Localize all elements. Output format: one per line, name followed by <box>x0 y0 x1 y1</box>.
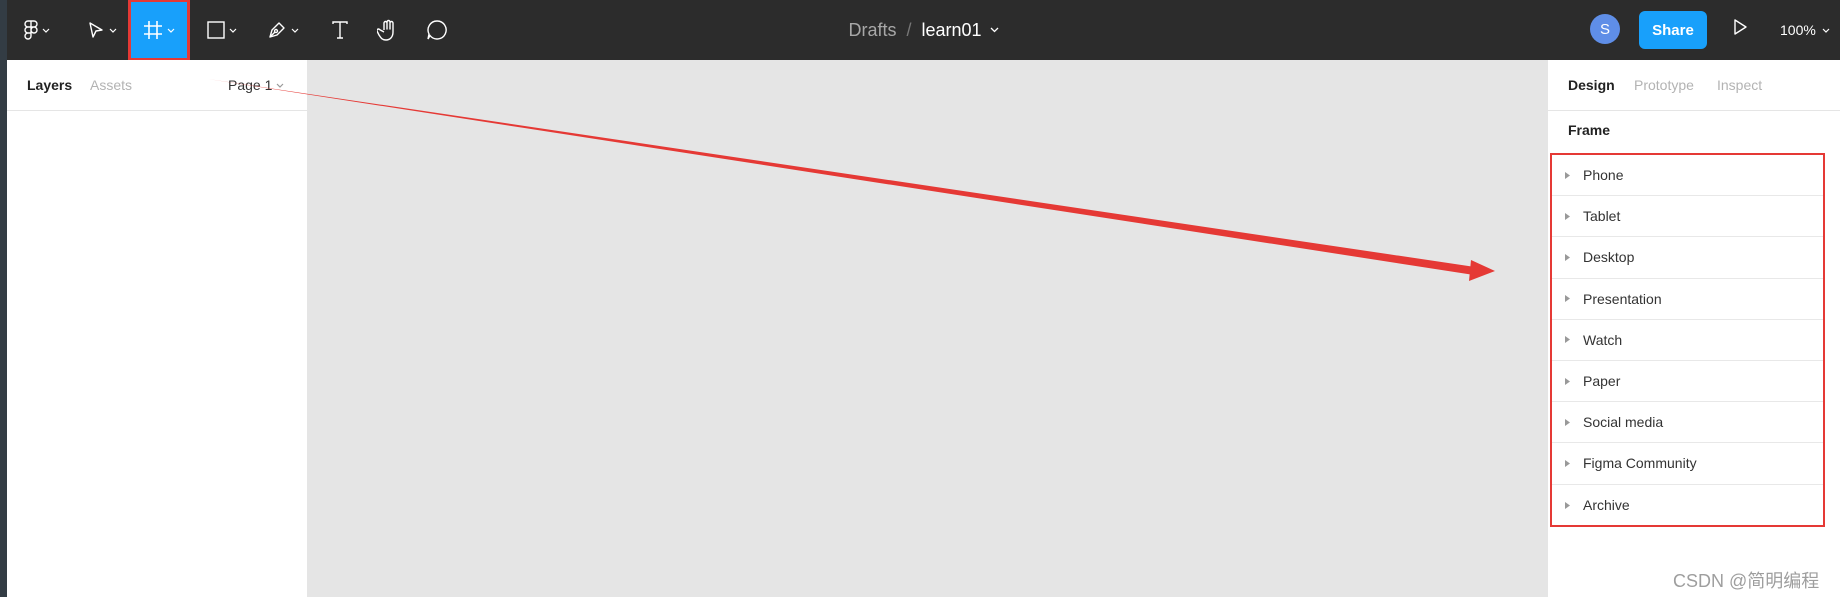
chevron-down-icon <box>42 28 50 33</box>
canvas[interactable] <box>308 60 1547 597</box>
chevron-down-icon <box>291 28 299 33</box>
caret-right-icon <box>1565 377 1570 385</box>
preset-tablet[interactable]: Tablet <box>1552 196 1823 238</box>
preset-label: Figma Community <box>1583 455 1697 472</box>
caret-right-icon <box>1565 336 1570 344</box>
preset-label: Desktop <box>1583 249 1635 266</box>
shape-tool-button[interactable] <box>202 0 242 60</box>
caret-right-icon <box>1565 253 1570 261</box>
right-panel-header: Design Prototype Inspect <box>1548 60 1840 111</box>
right-panel: Design Prototype Inspect Frame Phone Tab… <box>1547 60 1840 597</box>
caret-right-icon <box>1565 501 1570 509</box>
preset-label: Watch <box>1583 331 1623 348</box>
frame-tool-button[interactable] <box>128 0 190 61</box>
left-panel-header: Layers Assets Page 1 <box>7 60 307 111</box>
preset-figma-community[interactable]: Figma Community <box>1552 443 1823 485</box>
page-selector[interactable]: Page 1 <box>228 77 284 93</box>
present-button[interactable] <box>1732 18 1748 41</box>
hand-tool-icon <box>377 19 394 41</box>
preset-label: Social media <box>1583 414 1664 431</box>
move-tool-icon <box>89 22 103 38</box>
frame-tool-icon <box>144 21 162 39</box>
preset-archive[interactable]: Archive <box>1552 485 1823 526</box>
preset-social-media[interactable]: Social media <box>1552 402 1823 444</box>
caret-right-icon <box>1565 459 1570 467</box>
pen-tool-button[interactable] <box>263 0 303 60</box>
comment-tool-icon <box>427 20 447 40</box>
left-panel: Layers Assets Page 1 <box>7 60 308 597</box>
text-tool-button[interactable] <box>325 0 355 60</box>
toolbar: Drafts / learn01 S Share 100% <box>7 0 1840 61</box>
caret-right-icon <box>1565 171 1570 179</box>
pen-tool-icon <box>269 22 285 38</box>
tab-design[interactable]: Design <box>1568 77 1615 93</box>
preset-label: Phone <box>1583 167 1624 184</box>
window-edge <box>0 0 7 597</box>
preset-presentation[interactable]: Presentation <box>1552 279 1823 320</box>
preset-label: Paper <box>1583 373 1621 390</box>
play-icon <box>1734 19 1747 35</box>
preset-label: Tablet <box>1583 208 1621 225</box>
main-menu-button[interactable] <box>17 0 57 60</box>
text-tool-icon <box>332 21 348 39</box>
tab-inspect[interactable]: Inspect <box>1717 77 1762 93</box>
caret-right-icon <box>1565 418 1570 426</box>
caret-right-icon <box>1565 295 1570 303</box>
chevron-down-icon <box>167 28 175 33</box>
tab-layers[interactable]: Layers <box>27 77 72 93</box>
preset-phone[interactable]: Phone <box>1552 155 1823 197</box>
share-button[interactable]: Share <box>1639 11 1707 49</box>
frame-presets-list: Phone Tablet Desktop Presentation Watch … <box>1550 153 1825 527</box>
watermark: CSDN @简明编程 <box>1673 571 1820 591</box>
zoom-menu[interactable]: 100% <box>1780 0 1830 60</box>
caret-right-icon <box>1565 212 1570 220</box>
preset-label: Archive <box>1583 497 1630 514</box>
breadcrumb-separator: / <box>906 19 912 40</box>
move-tool-button[interactable] <box>82 0 122 60</box>
zoom-level: 100% <box>1780 22 1816 38</box>
chevron-down-icon <box>229 28 237 33</box>
avatar[interactable]: S <box>1590 14 1620 44</box>
preset-watch[interactable]: Watch <box>1552 320 1823 361</box>
chevron-down-icon <box>109 28 117 33</box>
file-name[interactable]: learn01 <box>921 20 981 41</box>
frame-section-title: Frame <box>1568 122 1611 138</box>
chevron-down-icon <box>276 83 284 88</box>
comment-tool-button[interactable] <box>422 0 452 60</box>
page-selector-label: Page 1 <box>228 77 273 93</box>
breadcrumb-drafts[interactable]: Drafts <box>848 20 896 41</box>
tab-prototype[interactable]: Prototype <box>1634 77 1694 93</box>
preset-paper[interactable]: Paper <box>1552 361 1823 403</box>
chevron-down-icon[interactable] <box>990 27 999 33</box>
hand-tool-button[interactable] <box>373 0 403 60</box>
tab-assets[interactable]: Assets <box>90 77 132 93</box>
chevron-down-icon <box>1822 28 1830 33</box>
figma-menu-icon <box>24 20 38 40</box>
preset-label: Presentation <box>1583 290 1662 307</box>
rectangle-tool-icon <box>207 21 225 39</box>
preset-desktop[interactable]: Desktop <box>1552 237 1823 279</box>
